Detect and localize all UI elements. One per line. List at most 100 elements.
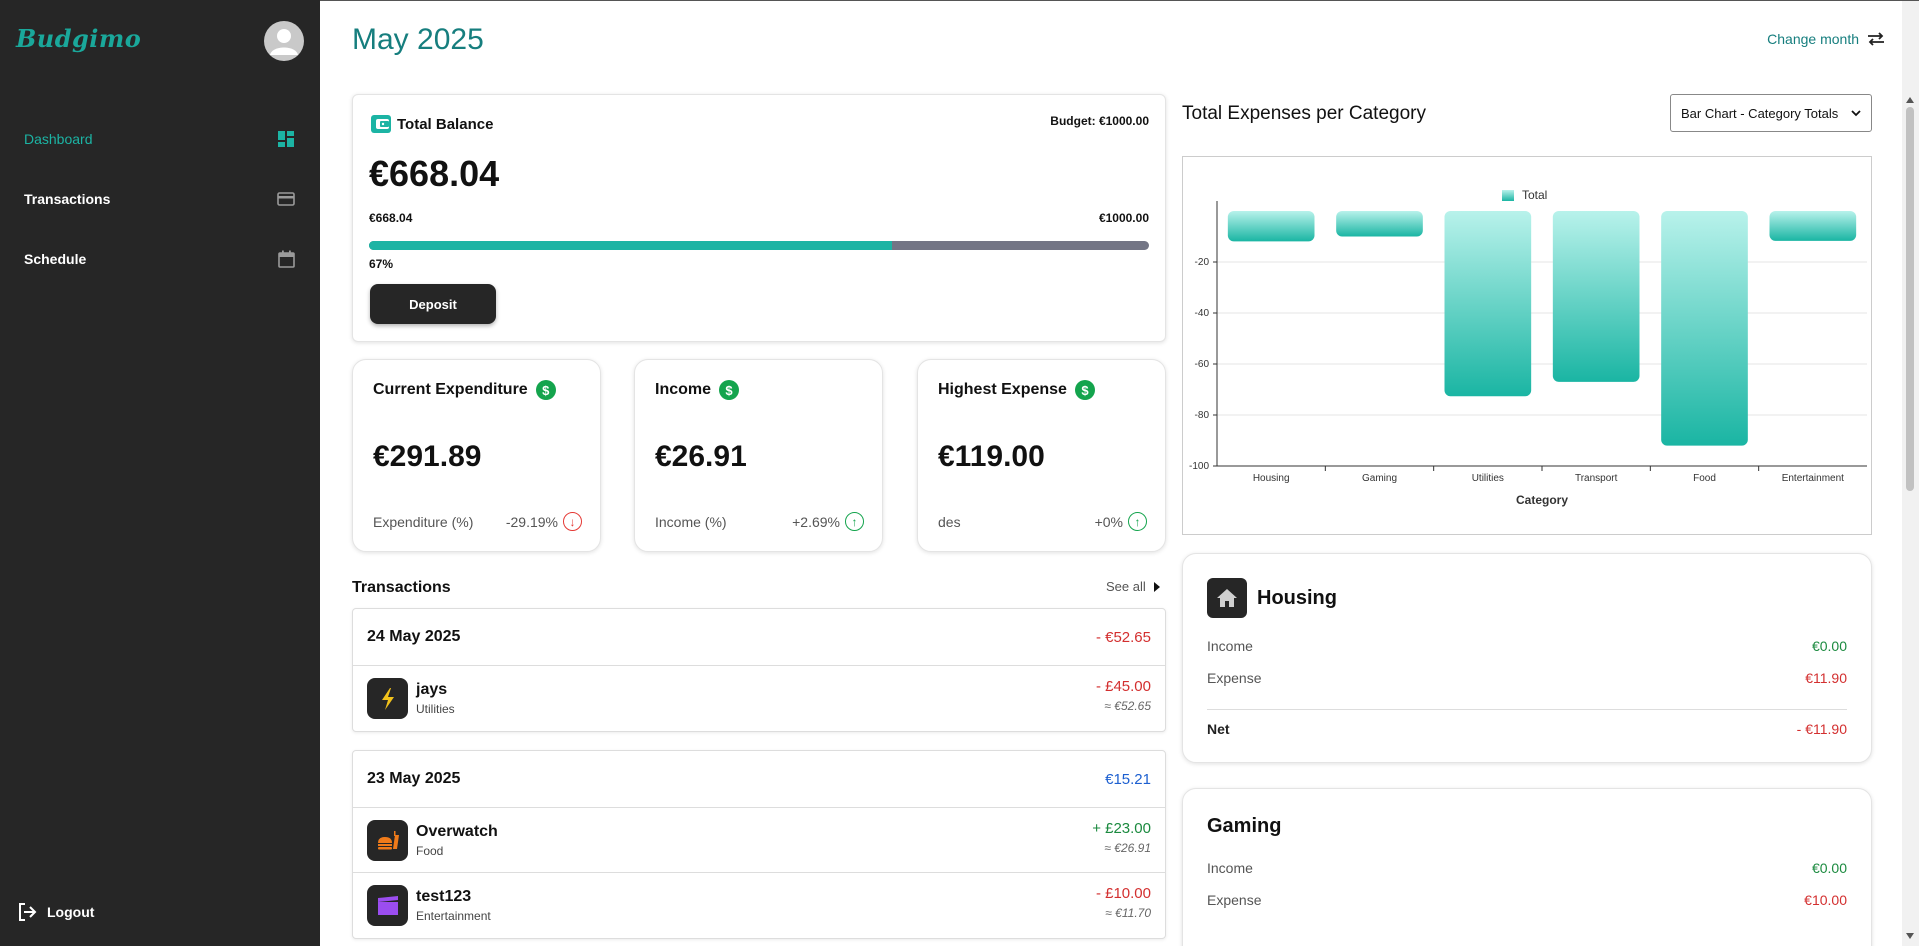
nav-dashboard-label: Dashboard	[24, 131, 93, 147]
category-card-housing: Housing Income €0.00 Expense €11.90 Net …	[1182, 553, 1872, 763]
category-income-row: Income €0.00	[1207, 860, 1847, 876]
swap-arrows-icon	[1868, 32, 1884, 46]
category-income-label: Income	[1207, 860, 1253, 876]
transaction-day-total: €15.21	[1105, 770, 1151, 788]
y-tick-label: -80	[1195, 410, 1210, 421]
transaction-name: Overwatch	[416, 822, 498, 840]
sidebar: Budgimo Dashboard Transactions Schedule	[0, 0, 320, 946]
stat-card-expenditure: Current Expenditure $ €291.89 Expenditure…	[352, 359, 601, 552]
stat-value: €26.91	[655, 440, 747, 473]
transaction-row[interactable]: Overwatch Food + £23.00 ≈ €26.91	[353, 808, 1165, 873]
stat-change: +0% ↑	[1095, 512, 1147, 531]
credit-card-icon	[276, 189, 296, 209]
y-tick-label: -60	[1195, 359, 1210, 370]
budget-label: Budget: €1000.00	[1050, 114, 1149, 128]
change-month-button[interactable]: Change month	[1767, 31, 1885, 47]
stat-change-value: +0%	[1094, 513, 1123, 530]
x-tick-label: Utilities	[1472, 473, 1504, 484]
y-tick-label: -40	[1195, 308, 1210, 319]
transaction-date: 24 May 2025	[367, 628, 461, 645]
lightning-icon	[367, 678, 408, 719]
bar-entertainment[interactable]	[1769, 211, 1857, 241]
arrow-up-icon: ↑	[1128, 512, 1147, 531]
category-income-value: €0.00	[1811, 860, 1847, 876]
app-logo[interactable]: Budgimo	[16, 24, 141, 53]
transaction-date: 23 May 2025	[367, 770, 461, 787]
stat-change: -29.19% ↓	[506, 512, 582, 531]
scrollbar-thumb[interactable]	[1906, 107, 1914, 491]
category-expense-label: Expense	[1207, 670, 1262, 686]
stat-change-value: -29.19%	[505, 513, 558, 530]
page-title: May 2025	[352, 23, 484, 56]
scroll-down-arrow-icon[interactable]	[1906, 933, 1914, 939]
nav-dashboard[interactable]: Dashboard	[0, 119, 320, 159]
transaction-category: Utilities	[416, 702, 455, 716]
transaction-row[interactable]: jays Utilities - £45.00 ≈ €52.65	[353, 666, 1165, 731]
chevron-down-icon	[1851, 109, 1861, 116]
chart-bars	[1227, 211, 1857, 446]
transaction-converted: ≈ €26.91	[1104, 841, 1151, 855]
chart-type-selected: Bar Chart - Category Totals	[1681, 105, 1839, 121]
stat-card-income: Income $ €26.91 Income (%) +2.69% ↑	[634, 359, 883, 552]
deposit-button[interactable]: Deposit	[370, 284, 496, 324]
transaction-group: 24 May 2025 - €52.65 jays Utilities - £4…	[352, 608, 1166, 732]
user-avatar[interactable]	[264, 21, 304, 61]
nav-transactions[interactable]: Transactions	[0, 179, 320, 219]
chart-legend[interactable]: Total	[1502, 188, 1547, 202]
category-income-row: Income €0.00	[1207, 638, 1847, 654]
transaction-converted: ≈ €52.65	[1104, 699, 1151, 713]
see-all-link[interactable]: See all	[1106, 579, 1160, 594]
category-card-gaming: Gaming Income €0.00 Expense €10.00	[1182, 788, 1872, 946]
expenses-chart: -20 -40 -60 -80 -100 Housing Gaming Utilities Tr…	[1182, 156, 1872, 535]
arrow-down-icon: ↓	[563, 512, 582, 531]
fastfood-icon	[367, 819, 408, 861]
chart-title: Total Expenses per Category	[1182, 103, 1426, 124]
nav-schedule[interactable]: Schedule	[0, 239, 320, 279]
logout-label: Logout	[47, 904, 95, 920]
transaction-converted: ≈ €11.70	[1105, 906, 1151, 920]
clapperboard-icon	[367, 885, 408, 926]
stat-foot-label: Expenditure (%)	[373, 514, 474, 530]
y-tick-label: -100	[1189, 461, 1209, 472]
y-tick-label: -20	[1195, 257, 1210, 268]
scroll-up-arrow-icon[interactable]	[1906, 97, 1914, 103]
category-divider	[1207, 709, 1847, 710]
arrow-up-icon: ↑	[845, 512, 864, 531]
stat-title-label: Highest Expense	[938, 381, 1067, 398]
transaction-day-total: - €52.65	[1095, 628, 1151, 646]
balance-max: €1000.00	[1098, 211, 1149, 225]
change-month-label: Change month	[1767, 31, 1859, 47]
total-balance-label: Total Balance	[397, 115, 494, 133]
category-header: Gaming	[1207, 815, 1281, 838]
chart-type-select[interactable]: Bar Chart - Category Totals	[1670, 94, 1872, 132]
logout-icon	[19, 903, 37, 921]
wallet-icon	[371, 115, 391, 133]
stat-title: Current Expenditure $	[373, 380, 556, 400]
bar-transport[interactable]	[1552, 211, 1640, 382]
transaction-amount: - £10.00	[1095, 885, 1151, 902]
transaction-amount: + £23.00	[1092, 820, 1151, 837]
balance-current: €668.04	[369, 211, 413, 225]
bar-gaming[interactable]	[1336, 211, 1423, 237]
category-expense-value: €11.90	[1805, 670, 1847, 686]
dollar-icon: $	[1074, 380, 1095, 400]
bar-utilities[interactable]	[1444, 211, 1532, 397]
stat-value: €119.00	[938, 440, 1045, 473]
bar-food[interactable]	[1661, 211, 1748, 446]
main-content: May 2025 Change month Total Balance Budg…	[320, 0, 1919, 946]
x-tick-label: Transport	[1575, 473, 1618, 484]
stat-change-value: +2.69%	[792, 513, 840, 530]
transaction-row[interactable]: test123 Entertainment - £10.00 ≈ €11.70	[353, 873, 1165, 938]
total-balance-card: Total Balance Budget: €1000.00 €668.04 €…	[352, 94, 1166, 342]
transaction-date-row: 24 May 2025 - €52.65	[353, 609, 1165, 666]
balance-percent: 67%	[369, 257, 394, 271]
home-icon	[1207, 578, 1247, 618]
transaction-date-row: 23 May 2025 €15.21	[353, 751, 1165, 808]
stat-title: Highest Expense $	[938, 380, 1095, 400]
scrollbar[interactable]	[1902, 1, 1919, 946]
logout-button[interactable]: Logout	[18, 903, 94, 921]
category-expense-row: Expense €11.90	[1207, 670, 1847, 686]
category-header: Housing	[1207, 578, 1337, 618]
bar-housing[interactable]	[1227, 211, 1315, 242]
legend-label: Total	[1522, 188, 1547, 202]
